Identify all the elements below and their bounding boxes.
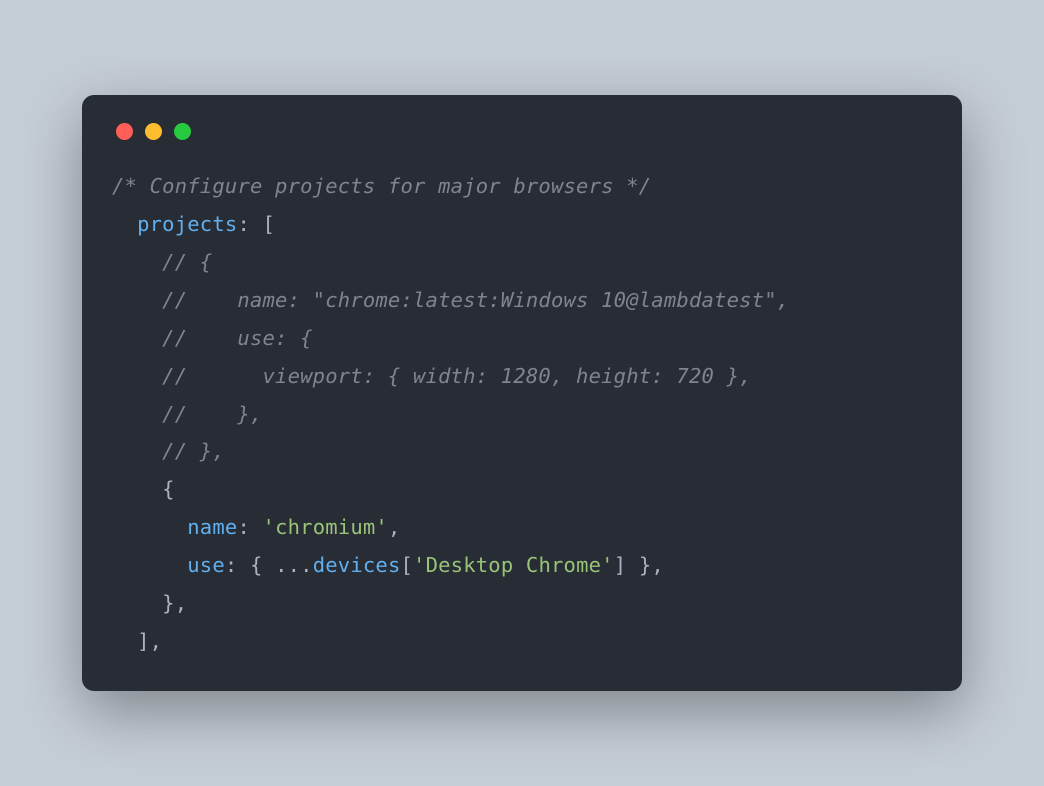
code-line-comment: // name: "chrome:latest:Windows 10@lambd… <box>162 288 789 312</box>
code-comment: /* Configure projects for major browsers… <box>112 174 651 198</box>
code-line-comment: // }, <box>162 402 262 426</box>
code-punct: : <box>237 515 262 539</box>
code-punct: ] }, <box>614 553 664 577</box>
code-key: projects <box>137 212 237 236</box>
code-line-comment: // viewport: { width: 1280, height: 720 … <box>162 364 751 388</box>
code-line-comment: // }, <box>162 439 225 463</box>
close-icon[interactable] <box>116 123 133 140</box>
traffic-lights <box>112 119 932 140</box>
code-key: use <box>187 553 225 577</box>
code-key: name <box>187 515 237 539</box>
code-window: /* Configure projects for major browsers… <box>82 95 962 691</box>
code-block: /* Configure projects for major browsers… <box>112 168 932 661</box>
code-string: 'chromium' <box>263 515 388 539</box>
code-line-comment: // use: { <box>162 326 313 350</box>
code-punct: : { ... <box>225 553 313 577</box>
code-punct: [ <box>401 553 414 577</box>
minimize-icon[interactable] <box>145 123 162 140</box>
code-punct: : [ <box>237 212 275 236</box>
code-punct: }, <box>162 591 187 615</box>
code-line-comment: // { <box>162 250 212 274</box>
code-punct: ], <box>137 629 162 653</box>
code-identifier: devices <box>313 553 401 577</box>
code-punct: , <box>388 515 401 539</box>
code-punct: { <box>162 477 175 501</box>
code-string: 'Desktop Chrome' <box>413 553 614 577</box>
maximize-icon[interactable] <box>174 123 191 140</box>
